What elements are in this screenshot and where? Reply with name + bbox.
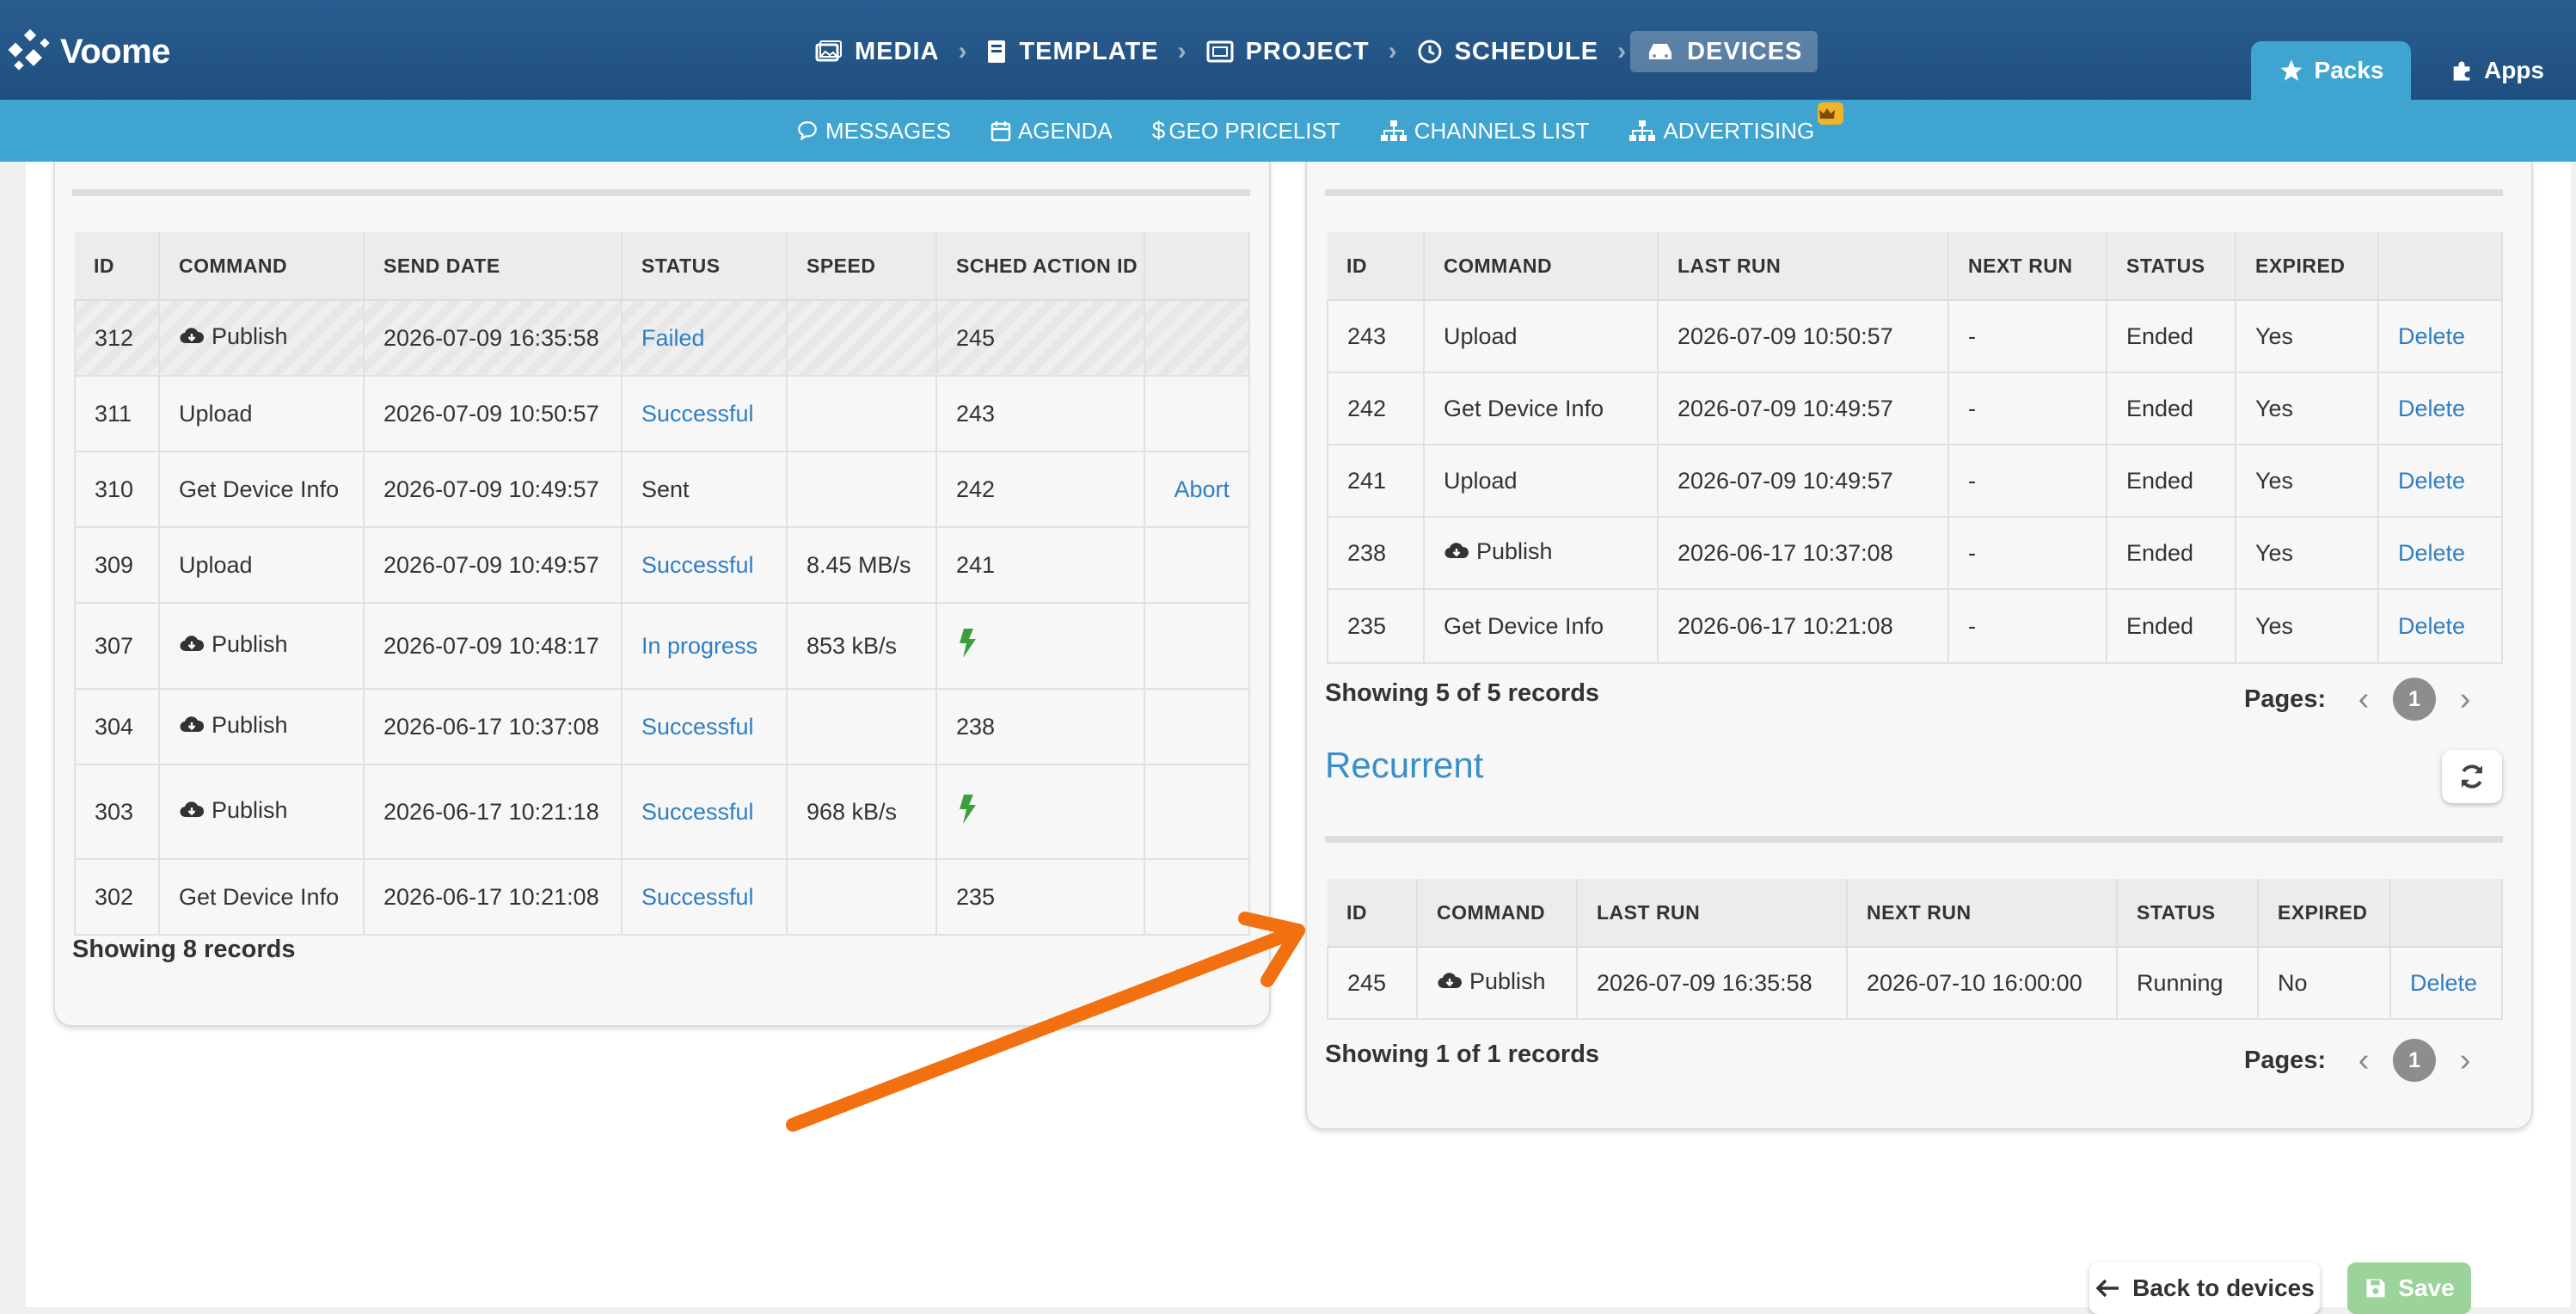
save-label: Save — [2398, 1274, 2455, 1301]
back-to-devices-button[interactable]: Back to devices — [2089, 1262, 2320, 1314]
floppy-icon — [2366, 1279, 2385, 1298]
save-button[interactable]: Save — [2347, 1262, 2471, 1314]
arrow-left-icon — [2095, 1279, 2119, 1298]
back-to-devices-label: Back to devices — [2132, 1274, 2315, 1301]
annotation-arrow — [786, 912, 1305, 1132]
